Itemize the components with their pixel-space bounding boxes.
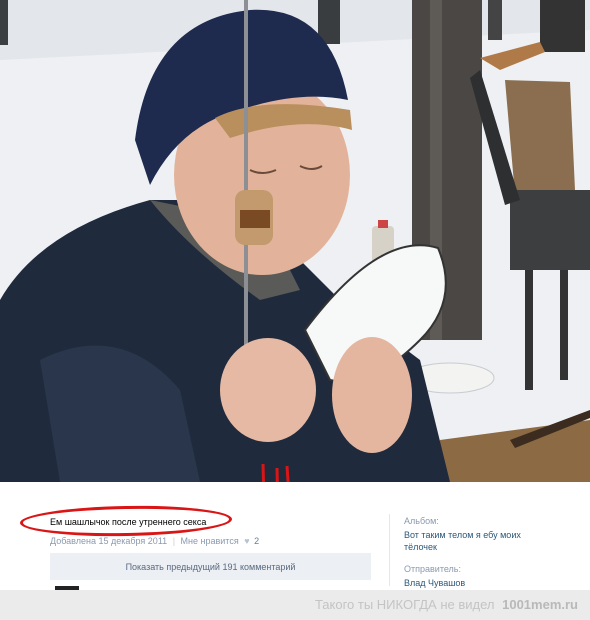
post-date: Добавлена 15 декабря 2011 bbox=[50, 536, 168, 546]
post-meta: Добавлена 15 декабря 2011 | Мне нравится… bbox=[50, 536, 259, 546]
sender-link[interactable]: Влад Чувашов bbox=[404, 577, 554, 589]
post-sidebar: Альбом: Вот таким телом я ебу моих тёлоч… bbox=[389, 514, 554, 589]
photo-scene bbox=[0, 0, 590, 482]
sender-label: Отправитель: bbox=[404, 564, 461, 574]
post-photo[interactable] bbox=[0, 0, 590, 482]
likes-count[interactable]: 2 bbox=[254, 536, 259, 546]
album-link[interactable]: Вот таким телом я ебу моих тёлочек bbox=[404, 529, 554, 553]
watermark-site: 1001mem.ru bbox=[502, 597, 578, 612]
album-label: Альбом: bbox=[404, 516, 439, 526]
heart-icon[interactable]: ♥ bbox=[244, 536, 249, 546]
meta-separator: | bbox=[172, 536, 176, 546]
post-caption: Ем шашлычок после утреннего секса bbox=[50, 517, 207, 527]
like-button[interactable]: Мне нравится bbox=[181, 536, 239, 546]
watermark-text: Такого ты НИКОГДА не видел bbox=[314, 597, 495, 612]
show-previous-comments-button[interactable]: Показать предыдущий 191 комментарий bbox=[50, 553, 371, 580]
watermark-bar: Такого ты НИКОГДА не видел 1001mem.ru bbox=[0, 590, 590, 620]
